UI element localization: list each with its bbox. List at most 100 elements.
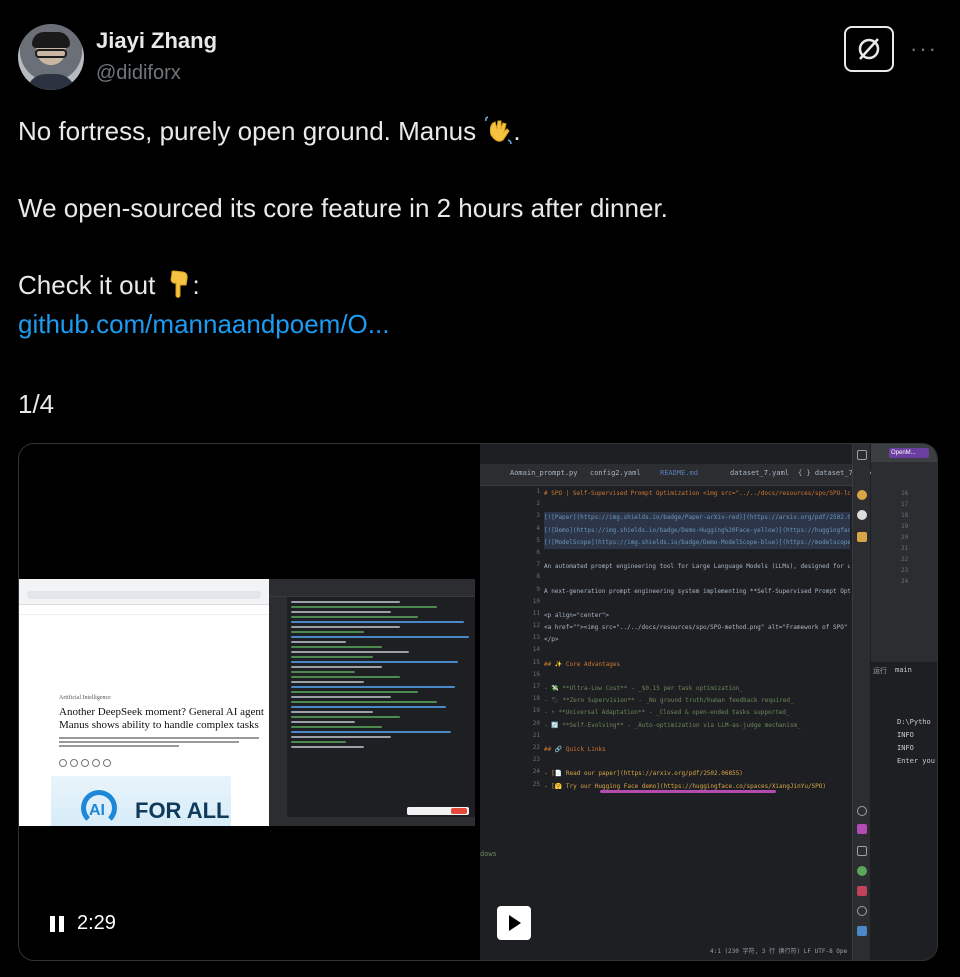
tweet-line-3-text: Check it out: [18, 270, 156, 300]
share-icon[interactable]: [103, 759, 111, 767]
github-link[interactable]: github.com/mannaandpoem/O...: [18, 305, 389, 343]
code-line: A next-generation prompt engineering sys…: [544, 587, 850, 595]
plugin-icon[interactable]: [857, 532, 867, 542]
code-line: - 💸 **Ultra-Low Cost** - _$0.15 per task…: [544, 685, 743, 692]
browser-toolbar: [19, 605, 269, 615]
debug-icon[interactable]: [857, 806, 867, 816]
ide-window: Aomain_prompt.py config2.yaml README.md …: [480, 444, 937, 960]
project-pill[interactable]: OpenM...: [889, 448, 929, 458]
stop-record-icon[interactable]: [451, 808, 467, 814]
grok-button[interactable]: [844, 26, 894, 72]
browser-tab-bar: [19, 579, 269, 605]
share-icon[interactable]: [59, 759, 67, 767]
code-line: # SPO | Self-Supervised Prompt Optimizat…: [544, 490, 850, 497]
line-number: 16: [532, 670, 540, 678]
ide-tab[interactable]: config2.yaml: [590, 469, 641, 477]
line-number: 16: [901, 490, 909, 497]
run-output-line: INFO: [897, 731, 914, 739]
line-number: 18: [532, 695, 540, 703]
ide-tab-bar: Aomain_prompt.py config2.yaml README.md …: [480, 464, 874, 486]
line-number: 10: [532, 597, 540, 605]
ide-tab[interactable]: Aomain_prompt.py: [510, 469, 577, 477]
terminal-output: [291, 601, 473, 816]
right-line-numbers: 16 17 18 19 20 21 22 23 24: [901, 490, 931, 589]
terminal-statusbar: [269, 817, 475, 826]
thread-counter: 1/4: [18, 389, 55, 419]
run-tab[interactable]: main: [895, 666, 912, 674]
terminal-tabs: [269, 579, 475, 597]
run-panel: 运行 main D:\Pytho INFO INFO Enter you: [871, 662, 937, 960]
line-number: 5: [536, 536, 540, 544]
ide-statusbar: 4:1 (230 字符, 3 行 换行符) LF UTF-8 Ope: [710, 948, 848, 955]
code-line: [![ModelScope](https://img.shields.io/ba…: [544, 536, 850, 549]
article-headline: Another DeepSeek moment? General AI agen…: [59, 706, 264, 731]
code-line: [![Paper](https://img.shields.io/badge/P…: [544, 512, 850, 525]
line-number: 13: [532, 634, 540, 642]
line-number: 9: [536, 585, 540, 593]
tweet-line-2: We open-sourced its core feature in 2 ho…: [18, 193, 668, 223]
terminal-icon[interactable]: [857, 886, 867, 896]
line-number: 21: [532, 731, 540, 739]
ide-tab[interactable]: dataset_7.yaml: [730, 469, 789, 477]
run-tool-icon[interactable]: [857, 824, 867, 834]
tweet-line-3-end: :: [192, 270, 200, 300]
article-hero-image: AI FOR ALL: [51, 776, 231, 826]
horizontal-scrollbar[interactable]: [600, 790, 776, 793]
line-number: 23: [532, 756, 540, 764]
share-icon[interactable]: [81, 759, 89, 767]
browser-window: Artificial Intelligence Another DeepSeek…: [19, 579, 269, 826]
settings-icon[interactable]: [857, 866, 867, 876]
avatar[interactable]: [18, 24, 84, 90]
code-editor[interactable]: # SPO | Self-Supervised Prompt Optimizat…: [544, 488, 850, 808]
terminal-window: [269, 579, 475, 826]
ide-tab-active[interactable]: README.md: [660, 469, 698, 477]
line-number: 23: [901, 567, 909, 574]
terminal-sidebar: [269, 597, 287, 826]
right-panel-topbar: OpenM...: [871, 444, 937, 462]
right-panel: OpenM... 16 17 18 19 20 21 22 23 24 运行 main D:\P…: [871, 444, 937, 960]
hero-text: FOR ALL: [135, 798, 230, 823]
line-number: 24: [901, 578, 909, 585]
python-icon[interactable]: [857, 926, 867, 936]
line-number: 7: [536, 561, 540, 569]
github-icon[interactable]: [857, 510, 867, 520]
line-number: 24: [532, 768, 540, 776]
line-number: 22: [901, 556, 909, 563]
bottom-link: dows: [480, 850, 497, 858]
line-number: 2: [536, 500, 540, 508]
tweet-line-3: Check it out :: [18, 266, 200, 304]
line-number: 20: [901, 534, 909, 541]
panel-icon[interactable]: [857, 450, 867, 460]
line-number: 22: [532, 743, 540, 751]
code-line: <a href=""><img src="../../docs/resource…: [544, 624, 850, 632]
play-icon[interactable]: [497, 906, 531, 940]
share-icon[interactable]: [70, 759, 78, 767]
author-handle[interactable]: @didiforx: [96, 62, 181, 85]
ide-tool-rail: [852, 444, 870, 960]
run-output-line: Enter you: [897, 757, 935, 765]
layers-icon[interactable]: [857, 846, 867, 856]
line-number-gutter: 1 2 3 4 5 6 7 8 9 10 11 12 13 14 15 16 17 18 19 20 21 22 23 24 2…: [514, 488, 540, 808]
line-number: 15: [532, 658, 540, 666]
avatar-hair: [32, 32, 70, 48]
tweet-line-1-end: .: [513, 116, 521, 146]
author-name[interactable]: Jiayi Zhang: [96, 28, 217, 54]
pause-icon[interactable]: [47, 914, 67, 934]
code-line: ## 🔗 Quick Links: [544, 745, 606, 753]
line-number: 3: [536, 512, 540, 520]
share-icon[interactable]: [92, 759, 100, 767]
more-options-icon[interactable]: ···: [906, 34, 942, 64]
code-line: </p>: [544, 636, 559, 644]
browser-address-bar: [27, 591, 261, 599]
ai-icon[interactable]: [857, 490, 867, 500]
line-number: 19: [901, 523, 909, 530]
grok-icon: [858, 38, 880, 60]
bug-icon[interactable]: [857, 906, 867, 916]
line-number: 11: [532, 609, 540, 617]
video-media[interactable]: Artificial Intelligence Another DeepSeek…: [18, 443, 938, 961]
pointing-down-icon: [170, 270, 188, 298]
